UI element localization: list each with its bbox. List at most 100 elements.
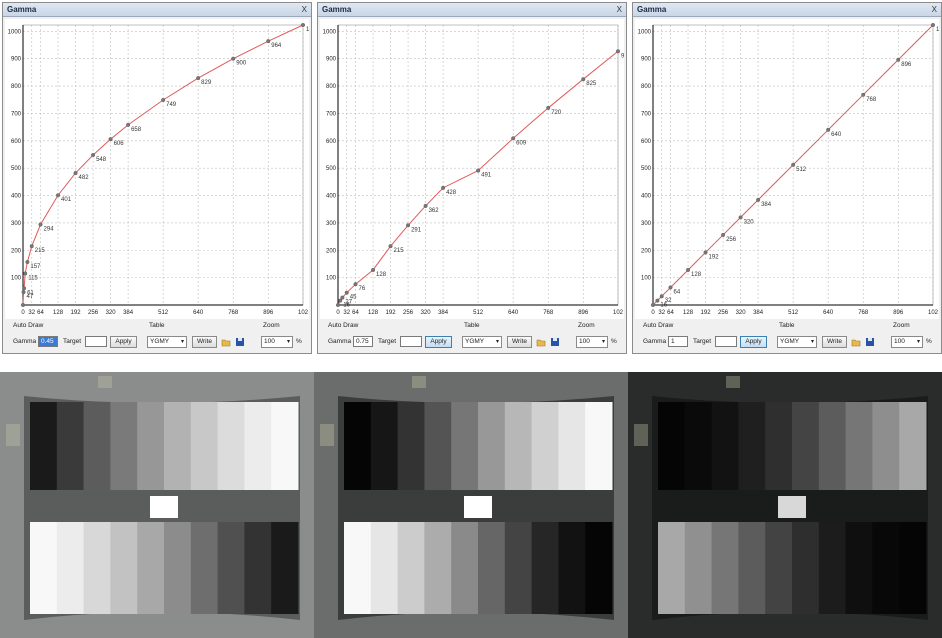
auto-draw-label: Auto Draw bbox=[328, 322, 359, 329]
gray-step-top bbox=[684, 402, 713, 490]
data-point bbox=[791, 162, 796, 167]
data-point bbox=[441, 185, 446, 190]
data-label: 900 bbox=[236, 61, 247, 67]
title-bar: Gamma X bbox=[3, 3, 311, 17]
gamma-input[interactable]: 0.75 bbox=[353, 336, 373, 347]
data-label: 482 bbox=[79, 175, 90, 181]
data-label: 76 bbox=[359, 286, 366, 292]
data-label: 428 bbox=[446, 190, 457, 196]
x-tick-label: 640 bbox=[823, 310, 834, 316]
gamma-window-2: Gamma X 0 32 64 128 192 256 320 384 512 640 768 896… bbox=[317, 2, 627, 354]
gray-step-top bbox=[845, 402, 873, 490]
x-tick-label: 256 bbox=[403, 310, 414, 316]
gamma-label: Gamma bbox=[643, 338, 667, 345]
zoom-unit: % bbox=[611, 338, 617, 345]
data-label: 825 bbox=[586, 81, 597, 87]
close-icon[interactable]: X bbox=[932, 5, 937, 14]
x-tick-label: 32 bbox=[658, 310, 665, 316]
target-input[interactable] bbox=[715, 336, 737, 347]
close-icon[interactable]: X bbox=[617, 5, 622, 14]
y-tick-label: 300 bbox=[11, 221, 22, 227]
gray-step-bottom bbox=[558, 522, 586, 614]
y-tick-label: 1000 bbox=[638, 29, 652, 35]
save-icon[interactable] bbox=[865, 337, 875, 347]
target-input[interactable] bbox=[400, 336, 422, 347]
gray-step-bottom bbox=[818, 522, 847, 614]
x-tick-label: 640 bbox=[508, 310, 519, 316]
y-tick-label: 900 bbox=[11, 57, 22, 63]
gray-step-bottom bbox=[899, 522, 927, 614]
gamma-controls: Auto Draw Gamma 0.45 Target Apply Table … bbox=[3, 319, 311, 353]
data-point bbox=[22, 286, 27, 291]
data-label: 896 bbox=[901, 62, 912, 68]
save-icon[interactable] bbox=[550, 337, 560, 347]
data-point bbox=[91, 153, 96, 158]
zoom-select[interactable]: 100 ▾ bbox=[576, 336, 608, 348]
data-label: 362 bbox=[429, 208, 440, 214]
x-tick-label: 512 bbox=[788, 310, 799, 316]
open-folder-icon[interactable] bbox=[221, 337, 231, 347]
open-folder-icon[interactable] bbox=[851, 337, 861, 347]
table-select[interactable]: YGMY ▾ bbox=[147, 336, 187, 348]
close-icon[interactable]: X bbox=[302, 5, 307, 14]
target-input[interactable] bbox=[85, 336, 107, 347]
y-tick-label: 1000 bbox=[323, 29, 337, 35]
table-label: Table bbox=[464, 322, 480, 329]
apply-button[interactable]: Apply bbox=[425, 336, 452, 348]
gray-step-top bbox=[271, 402, 299, 490]
reflection bbox=[726, 376, 740, 388]
data-point bbox=[126, 122, 131, 127]
gray-step-top bbox=[397, 402, 425, 490]
data-point bbox=[266, 39, 271, 44]
open-folder-icon[interactable] bbox=[536, 337, 546, 347]
gamma-chart: 0 32 64 128 192 256 320 384 512 640 768 896 10210020… bbox=[323, 24, 624, 316]
gray-step-top bbox=[765, 402, 793, 490]
data-point bbox=[29, 244, 34, 249]
data-point bbox=[231, 56, 236, 61]
data-label: 157 bbox=[30, 264, 41, 270]
x-tick-label: 256 bbox=[88, 310, 99, 316]
data-label: 64 bbox=[674, 289, 681, 295]
x-tick-label: 384 bbox=[753, 310, 764, 316]
data-label: 829 bbox=[201, 80, 212, 86]
data-label: 384 bbox=[761, 202, 772, 208]
data-point bbox=[738, 215, 743, 220]
write-button[interactable]: Write bbox=[822, 336, 847, 348]
y-tick-label: 600 bbox=[11, 139, 22, 145]
data-label: 294 bbox=[44, 227, 55, 233]
center-white-patch bbox=[150, 496, 178, 518]
gray-step-top bbox=[217, 402, 245, 490]
write-button[interactable]: Write bbox=[507, 336, 532, 348]
x-tick-label: 128 bbox=[368, 310, 379, 316]
data-point bbox=[616, 49, 621, 54]
data-point bbox=[406, 223, 411, 228]
data-label: 61 bbox=[27, 290, 34, 296]
zoom-select[interactable]: 100 ▾ bbox=[261, 336, 293, 348]
write-button[interactable]: Write bbox=[192, 336, 217, 348]
table-select[interactable]: YGMY ▾ bbox=[462, 336, 502, 348]
gamma-input[interactable]: 1 bbox=[668, 336, 688, 347]
gamma-input[interactable]: 0.45 bbox=[38, 336, 58, 347]
x-tick-label: 640 bbox=[193, 310, 204, 316]
table-select[interactable]: YGMY ▾ bbox=[777, 336, 817, 348]
x-tick-label: 64 bbox=[667, 310, 674, 316]
gray-step-bottom bbox=[30, 522, 58, 614]
y-tick-label: 500 bbox=[11, 166, 22, 172]
gamma-chart: 0 32 64 128 192 256 320 384 512 640 768 896 10210020… bbox=[638, 22, 939, 316]
zoom-select[interactable]: 100 ▾ bbox=[891, 336, 923, 348]
save-icon[interactable] bbox=[235, 337, 245, 347]
x-tick-label: 512 bbox=[473, 310, 484, 316]
reflection bbox=[98, 376, 112, 388]
gray-step-bottom bbox=[137, 522, 165, 614]
y-tick-label: 800 bbox=[326, 84, 337, 90]
apply-button[interactable]: Apply bbox=[110, 336, 137, 348]
apply-button[interactable]: Apply bbox=[740, 336, 767, 348]
gray-step-top bbox=[585, 402, 613, 490]
data-point bbox=[826, 127, 831, 132]
data-label: 964 bbox=[271, 43, 282, 49]
gray-step-top bbox=[370, 402, 399, 490]
chevron-down-icon: ▾ bbox=[180, 339, 184, 345]
x-tick-label: 768 bbox=[858, 310, 869, 316]
data-point bbox=[25, 260, 30, 265]
y-tick-label: 900 bbox=[641, 57, 652, 63]
